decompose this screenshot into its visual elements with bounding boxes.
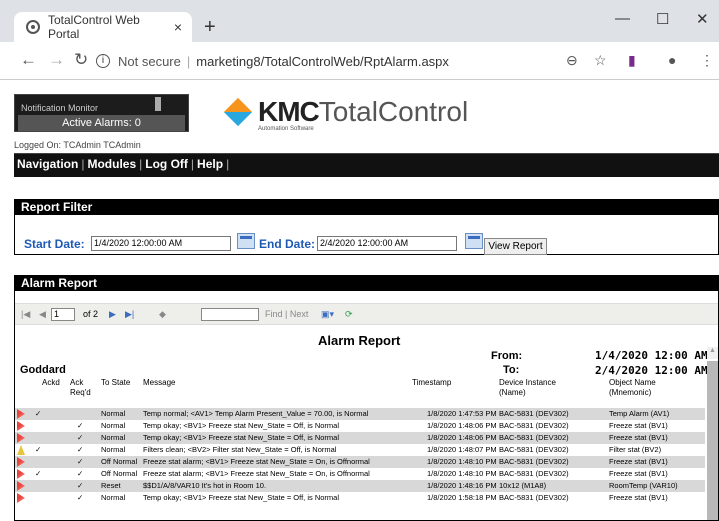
new-tab-button[interactable]: +: [204, 16, 216, 39]
notification-label: Notification Monitor: [21, 103, 99, 113]
find-text-input[interactable]: [201, 308, 259, 321]
kmc-diamond-icon: [223, 97, 253, 127]
start-date-label: Start Date:: [24, 237, 85, 251]
url-separator: |: [186, 53, 191, 69]
menu-log-off[interactable]: Log Off: [142, 157, 191, 171]
alarm-icon: [17, 433, 25, 443]
export-icon[interactable]: ▣▾: [321, 309, 334, 320]
logo-kmc-text: KMC: [258, 96, 320, 127]
active-alarms-count[interactable]: Active Alarms: 0: [18, 115, 185, 131]
url-text[interactable]: marketing8/TotalControlWeb/RptAlarm.aspx: [196, 54, 449, 69]
end-date-label: End Date:: [259, 237, 316, 251]
maximize-button[interactable]: ☐: [656, 10, 669, 28]
first-page-icon[interactable]: |◀: [21, 309, 30, 320]
url-omnibox[interactable]: i Not secure | marketing8/TotalControlWe…: [96, 48, 616, 74]
report-filter-panel: Start Date: 1/4/2020 12:00:00 AM End Dat…: [14, 215, 719, 255]
site-favicon-icon: [26, 20, 40, 34]
site-name: Goddard: [20, 364, 66, 376]
table-row[interactable]: ✓ Normal Temp okay; <BV1> Freeze stat New_…: [15, 432, 705, 444]
notification-bar-icon: [155, 97, 161, 111]
find-next-link[interactable]: Find | Next: [265, 309, 308, 319]
menu-navigation[interactable]: Navigation: [14, 157, 81, 171]
col-device: Device Instance (Name): [499, 378, 556, 397]
table-row[interactable]: ✓ Off Normal Freeze stat alarm; <BV1> Free…: [15, 456, 705, 468]
profile-icon[interactable]: ●: [668, 52, 676, 68]
alarm-rows: ✓ Normal Temp normal; <AV1> Temp Alarm Pre…: [15, 408, 705, 504]
col-message: Message: [143, 378, 176, 387]
end-date-input[interactable]: 2/4/2020 12:00:00 AM: [317, 236, 457, 251]
table-row[interactable]: ✓ ✓ Off Normal Freeze stat alarm; <BV1> Fre…: [15, 468, 705, 480]
browser-tab[interactable]: TotalControl Web Portal ×: [14, 12, 192, 42]
next-page-icon[interactable]: ▶: [109, 309, 116, 320]
bookmark-star-icon[interactable]: ☆: [594, 52, 607, 69]
main-menu: Navigation | Modules | Log Off | Help |: [14, 153, 719, 173]
scroll-up-arrow-icon[interactable]: ▲: [707, 347, 718, 359]
table-row[interactable]: ✓ Reset $$D1/A/8/VAR10 It's hot in Room 10…: [15, 480, 705, 492]
alarm-icon: [17, 421, 25, 431]
col-ack-reqd: Ack Req'd: [70, 378, 91, 397]
page-content: Notification Monitor Active Alarms: 0 KM…: [14, 80, 719, 521]
table-row[interactable]: ✓ Normal Temp okay; <BV1> Freeze stat New_…: [15, 420, 705, 432]
menu-modules[interactable]: Modules: [84, 157, 139, 171]
table-row[interactable]: ✓ ✓ Normal Filters clean; <BV2> Filter stat…: [15, 444, 705, 456]
to-label: To:: [503, 364, 520, 376]
info-icon[interactable]: i: [96, 54, 110, 68]
report-scrollbar[interactable]: [707, 361, 718, 520]
logged-on-label: Logged On: TCAdmin TCAdmin: [14, 140, 141, 150]
table-row[interactable]: ✓ Normal Temp normal; <AV1> Temp Alarm Pre…: [15, 408, 705, 420]
extension-icon[interactable]: ▮: [628, 52, 636, 69]
back-arrow-icon[interactable]: ←: [20, 50, 37, 70]
not-secure-label: Not secure: [118, 53, 181, 69]
menu-divider: [14, 173, 719, 177]
minimize-button[interactable]: —: [615, 10, 630, 27]
view-report-button[interactable]: View Report: [484, 238, 547, 255]
zoom-icon[interactable]: ⊖: [566, 52, 578, 69]
alarm-icon: [17, 469, 25, 479]
from-label: From:: [491, 350, 523, 362]
window-close-button[interactable]: ✕: [696, 10, 709, 28]
page-number-input[interactable]: 1: [51, 308, 75, 321]
alarm-report-panel: |◀ ◀ 1 of 2 ▶ ▶| ◆ Find | Next ▣▾ ⟳ Alar…: [14, 291, 719, 521]
page-count: of 2: [83, 309, 99, 319]
logo-subtitle: Automation Software: [258, 126, 314, 132]
col-to-state: To State: [101, 378, 131, 387]
alarm-report-heading: Alarm Report: [14, 275, 719, 291]
refresh-report-icon[interactable]: ⟳: [345, 309, 353, 320]
tab-title: TotalControl Web Portal: [48, 13, 140, 41]
col-timestamp: Timestamp: [412, 378, 452, 387]
end-calendar-icon[interactable]: [465, 233, 483, 249]
table-row[interactable]: ✓ Normal Temp okay; <BV1> Freeze stat New_…: [15, 492, 705, 504]
forward-arrow-icon[interactable]: →: [48, 50, 65, 70]
alarm-icon: [17, 457, 25, 467]
report-title: Alarm Report: [318, 333, 401, 348]
menu-kebab-icon[interactable]: ⋮: [700, 52, 714, 69]
col-ackd: Ackd: [42, 378, 60, 387]
start-calendar-icon[interactable]: [237, 233, 255, 249]
reload-icon[interactable]: ↻: [74, 50, 88, 70]
logo-totalcontrol-text: TotalControl: [318, 96, 469, 127]
tab-close-icon[interactable]: ×: [174, 19, 182, 35]
menu-help[interactable]: Help: [194, 157, 226, 171]
prev-page-icon[interactable]: ◀: [39, 309, 46, 320]
browser-tab-bar: TotalControl Web Portal × + — ☐ ✕: [0, 0, 719, 42]
alarm-icon: [17, 493, 25, 503]
from-value: 1/4/2020 12:00 AM: [595, 349, 708, 362]
kmc-logo: KMC TotalControl Automation Software: [223, 96, 469, 132]
last-page-icon[interactable]: ▶|: [125, 309, 134, 320]
notification-monitor[interactable]: Notification Monitor Active Alarms: 0: [14, 94, 189, 132]
alarm-icon: [17, 409, 25, 419]
report-filter-heading: Report Filter: [14, 199, 719, 215]
alarm-icon: [17, 481, 25, 491]
report-toolbar: |◀ ◀ 1 of 2 ▶ ▶| ◆ Find | Next ▣▾ ⟳: [15, 303, 718, 325]
warning-icon: [17, 445, 25, 455]
address-bar: ← → ↻ i Not secure | marketing8/TotalCon…: [0, 42, 719, 80]
start-date-input[interactable]: 1/4/2020 12:00:00 AM: [91, 236, 231, 251]
back-report-icon[interactable]: ◆: [159, 309, 166, 320]
col-object: Object Name (Mnemonic): [609, 378, 656, 397]
to-value: 2/4/2020 12:00 AM: [595, 364, 708, 377]
